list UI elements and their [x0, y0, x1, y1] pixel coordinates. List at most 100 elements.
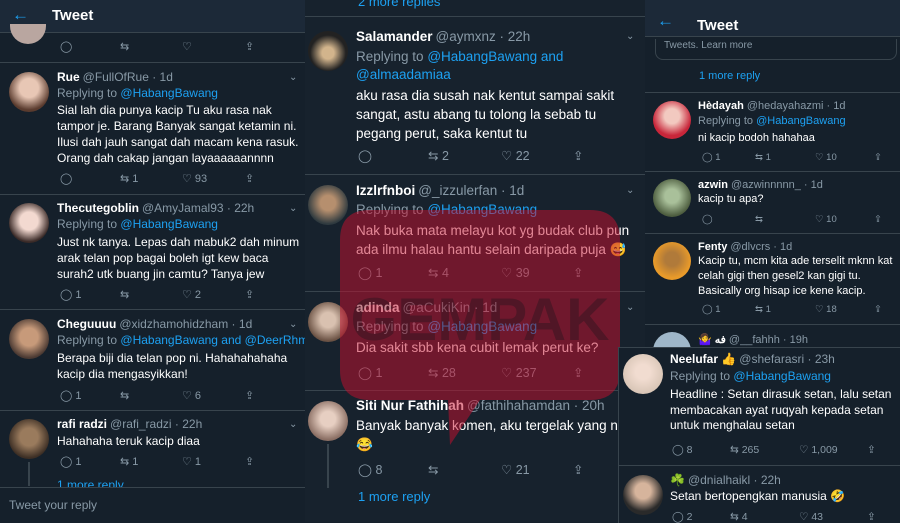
tweet-author[interactable]: Siti Nur Fathihah @fathihahamdan · 20h	[356, 398, 605, 413]
like-icon[interactable]: ♡ 1,009	[799, 444, 838, 456]
tweet-author[interactable]: Neelufar 👍 @shefarasri · 23h	[670, 352, 835, 366]
mention-link[interactable]: @HabangBawang	[120, 86, 218, 100]
mention-link[interactable]: @HabangBawang and @DeerRhm	[120, 333, 305, 347]
tweet-author[interactable]: Izzlrfnboi @_izzulerfan · 1d	[356, 183, 524, 198]
like-icon[interactable]: ♡ 10	[815, 152, 837, 163]
avatar[interactable]	[9, 319, 49, 359]
mention-link[interactable]: @HabangBawang	[120, 217, 218, 231]
mention-link[interactable]: @HabangBawang and	[427, 49, 563, 64]
like-icon[interactable]: ♡ 10	[815, 214, 837, 225]
reply-icon[interactable]: ◯ 1	[702, 152, 721, 163]
chevron-down-icon[interactable]: ⌄	[626, 31, 634, 42]
avatar[interactable]	[308, 185, 348, 225]
more-replies-link[interactable]: 1 more reply	[699, 70, 760, 82]
avatar[interactable]	[9, 72, 49, 112]
like-icon[interactable]: ♡	[182, 40, 192, 53]
reply-icon[interactable]: ◯ 8	[358, 462, 382, 477]
mention-link[interactable]: @HabangBawang	[427, 202, 537, 217]
avatar[interactable]	[9, 203, 49, 243]
like-icon[interactable]: ♡ 39	[501, 265, 530, 280]
chevron-down-icon[interactable]: ⌄	[626, 302, 634, 313]
notice-text[interactable]: Tweets. Learn more	[664, 40, 752, 51]
share-icon[interactable]: ⇪	[245, 455, 254, 468]
tweet-author[interactable]: Salamander @aymxnz · 22h	[356, 29, 530, 44]
tweet-author[interactable]: adinda @aCukiKin · 1d	[356, 300, 497, 315]
tweet-author[interactable]: 🤷‍♀️ ﻓﻪ @__fahhh · 19h	[698, 333, 808, 346]
reply-icon[interactable]: ◯	[60, 40, 72, 53]
tweet-author[interactable]: Rue @FullOfRue · 1d	[57, 70, 173, 84]
tweet-author[interactable]: azwin @azwinnnnn_ · 1d	[698, 179, 823, 191]
reply-icon[interactable]: ◯ 1	[358, 365, 382, 380]
chevron-down-icon[interactable]: ⌄	[289, 419, 297, 430]
retweet-icon[interactable]: ⇆	[120, 40, 129, 53]
avatar[interactable]	[653, 179, 691, 217]
reply-composer[interactable]: Tweet your reply	[9, 498, 97, 512]
avatar[interactable]	[308, 31, 348, 71]
tweet-author[interactable]: Hèdayah @hedayahazmi · 1d	[698, 100, 845, 112]
share-icon[interactable]: ⇪	[573, 462, 583, 477]
like-icon[interactable]: ♡ 6	[182, 389, 201, 402]
share-icon[interactable]: ⇪	[874, 214, 882, 225]
tweet-author[interactable]: Fenty @dlvcrs · 1d	[698, 241, 792, 253]
share-icon[interactable]: ⇪	[874, 304, 882, 315]
avatar[interactable]	[9, 419, 49, 459]
more-replies-link[interactable]: 1 more reply	[358, 489, 430, 504]
tweet-author[interactable]: rafi radzi @rafi_radzi · 22h	[57, 417, 202, 431]
retweet-icon[interactable]: ⇆ 1	[755, 304, 771, 315]
chevron-down-icon[interactable]: ⌄	[289, 319, 297, 330]
like-icon[interactable]: ♡ 18	[815, 304, 837, 315]
retweet-icon[interactable]: ⇆ 1	[755, 152, 771, 163]
like-icon[interactable]: ♡ 43	[799, 511, 823, 523]
arrow-left-icon[interactable]: ←	[12, 5, 29, 25]
avatar[interactable]	[308, 302, 348, 342]
chevron-down-icon[interactable]: ⌄	[289, 203, 297, 214]
share-icon[interactable]: ⇪	[245, 172, 254, 185]
mention-link[interactable]: @HabangBawang	[427, 319, 537, 334]
share-icon[interactable]: ⇪	[867, 444, 876, 456]
like-icon[interactable]: ♡ 1	[182, 455, 201, 468]
avatar[interactable]	[308, 401, 348, 441]
avatar[interactable]	[10, 24, 46, 44]
share-icon[interactable]: ⇪	[245, 288, 254, 301]
retweet-icon[interactable]: ⇆	[755, 214, 763, 225]
share-icon[interactable]: ⇪	[874, 152, 882, 163]
tweet-author[interactable]: ☘️ @dnialhaikl · 22h	[670, 473, 781, 487]
like-icon[interactable]: ♡ 2	[182, 288, 201, 301]
share-icon[interactable]: ⇪	[573, 365, 583, 380]
retweet-icon[interactable]: ⇆ 1	[120, 455, 138, 468]
reply-icon[interactable]: ◯	[60, 172, 72, 185]
reply-icon[interactable]: ◯ 1	[358, 265, 382, 280]
reply-icon[interactable]: ◯ 1	[702, 304, 721, 315]
like-icon[interactable]: ♡ 93	[182, 172, 207, 185]
reply-icon[interactable]: ◯	[702, 214, 713, 225]
share-icon[interactable]: ⇪	[867, 511, 876, 523]
retweet-icon[interactable]: ⇆ 4	[730, 511, 748, 523]
like-icon[interactable]: ♡ 22	[501, 148, 530, 163]
share-icon[interactable]: ⇪	[573, 148, 583, 163]
reply-icon[interactable]: ◯ 1	[60, 455, 82, 468]
reply-icon[interactable]: ◯ 1	[60, 288, 82, 301]
like-icon[interactable]: ♡ 21	[501, 462, 530, 477]
share-icon[interactable]: ⇪	[245, 40, 254, 53]
retweet-icon[interactable]: ⇆ 28	[428, 365, 456, 380]
avatar[interactable]	[653, 242, 691, 280]
chevron-down-icon[interactable]: ⌄	[289, 72, 297, 83]
share-icon[interactable]: ⇪	[245, 389, 254, 402]
more-replies-link[interactable]: 1 more reply	[57, 478, 124, 487]
retweet-icon[interactable]: ⇆ 1	[120, 172, 138, 185]
more-replies-link[interactable]: 2 more replies	[358, 0, 440, 9]
arrow-left-icon[interactable]: ←	[657, 11, 674, 31]
retweet-icon[interactable]: ⇆	[120, 389, 129, 402]
tweet-author[interactable]: Cheguuuu @xidzhamohidzham · 1d	[57, 317, 252, 331]
reply-icon[interactable]: ◯ 2	[672, 511, 693, 523]
mention-link[interactable]: @almaadamiaa	[356, 67, 451, 82]
retweet-icon[interactable]: ⇆	[428, 462, 438, 477]
like-icon[interactable]: ♡ 237	[501, 365, 537, 380]
avatar[interactable]	[623, 475, 663, 515]
share-icon[interactable]: ⇪	[573, 265, 583, 280]
avatar[interactable]	[623, 354, 663, 394]
retweet-icon[interactable]: ⇆	[120, 288, 129, 301]
reply-icon[interactable]: ◯ 8	[672, 444, 693, 456]
chevron-down-icon[interactable]: ⌄	[626, 185, 634, 196]
avatar[interactable]	[653, 101, 691, 139]
